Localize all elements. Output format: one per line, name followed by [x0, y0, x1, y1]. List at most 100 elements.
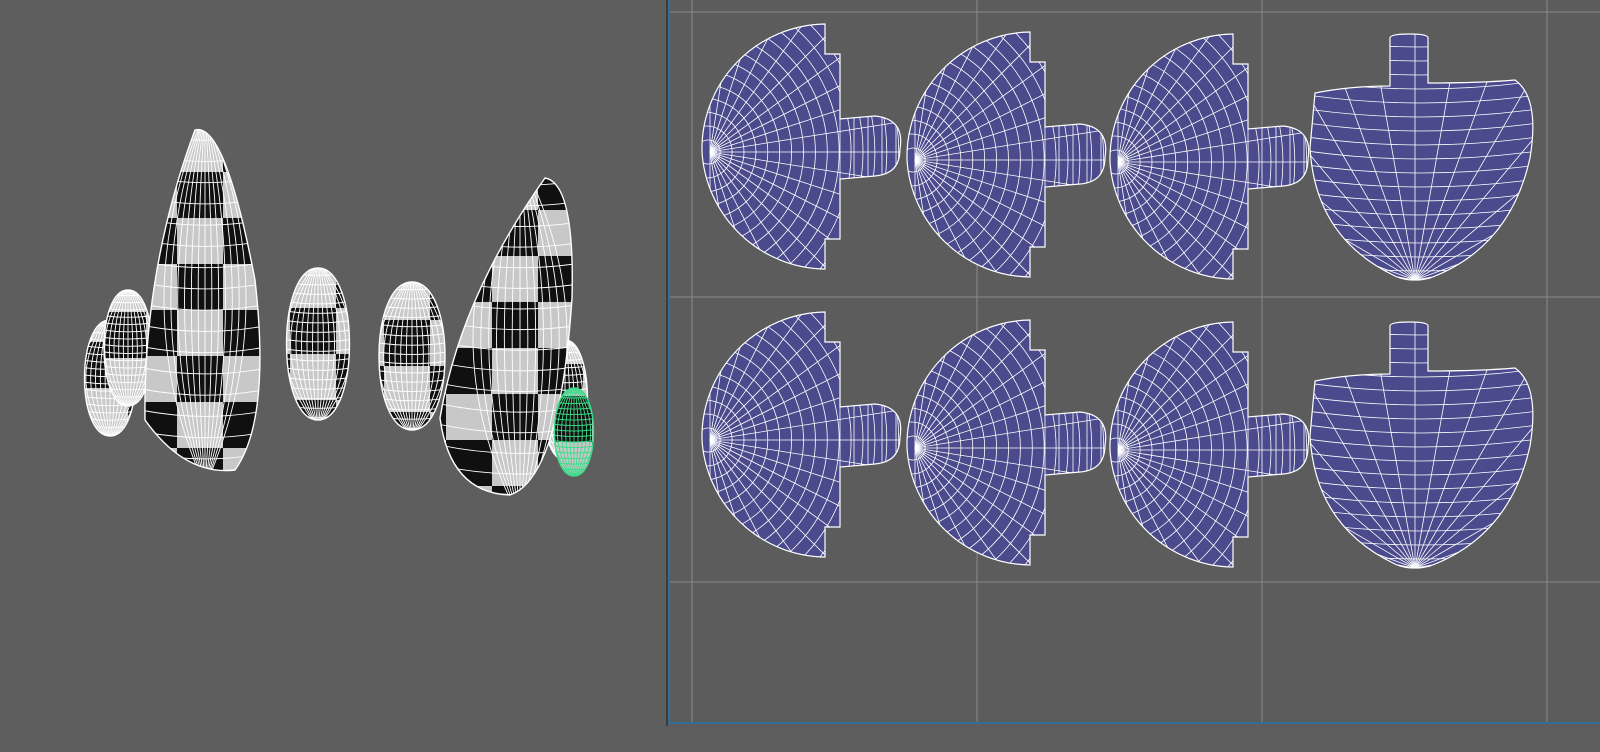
- checker-tile: [630, 532, 665, 578]
- checker-tile: [290, 492, 336, 538]
- checker-tile: [238, 542, 284, 588]
- checker-tile: [244, 446, 290, 492]
- checker-tile: [220, 480, 266, 526]
- checker-tile: [630, 348, 665, 394]
- checker-tile: [638, 488, 665, 534]
- checker-tile: [269, 172, 315, 218]
- checker-tile: [269, 80, 315, 126]
- checker-tile: [0, 250, 36, 296]
- checker-tile: [244, 170, 290, 216]
- checker-tile: [583, 594, 629, 640]
- checker-tile: [144, 129, 177, 172]
- checker-tile: [638, 212, 665, 258]
- checker-tile: [290, 216, 336, 262]
- checker-tile: [290, 124, 336, 170]
- checker-tile: [0, 526, 36, 572]
- checker-tile: [430, 182, 476, 228]
- checker-tile: [244, 538, 290, 584]
- checker-tile: [54, 174, 100, 220]
- checker-tile: [384, 504, 430, 550]
- checker-tile: [428, 538, 474, 584]
- checker-tile: [315, 494, 361, 540]
- checker-tile: [146, 542, 192, 588]
- checker-tile: [500, 534, 546, 580]
- checker-tile: [223, 129, 260, 172]
- checker-tile: [192, 496, 238, 542]
- checker-tile: [583, 226, 629, 272]
- checker-tile: [428, 170, 474, 216]
- checker-tile: [382, 216, 428, 262]
- checker-tile: [82, 158, 128, 204]
- checker-tile: [8, 312, 54, 358]
- checker-tile: [292, 136, 338, 182]
- checker-tile: [174, 526, 220, 572]
- checker-tile: [384, 228, 430, 274]
- checker-tile: [220, 572, 266, 618]
- checker-tile: [36, 296, 82, 342]
- checker-tile: [338, 550, 384, 596]
- checker-tile: [54, 266, 100, 312]
- checker-tile: [629, 180, 665, 226]
- checker-tile: [440, 210, 446, 256]
- uv-edge: [1109, 34, 1309, 279]
- checker-tile: [491, 594, 537, 640]
- wire-ring: [440, 178, 573, 186]
- checker-tile: [315, 218, 361, 264]
- checker-tile: [630, 164, 665, 210]
- wire-ring: [286, 419, 350, 420]
- checker-tile: [522, 550, 568, 596]
- viewport-canvas[interactable]: [0, 0, 665, 752]
- checker-tile: [54, 450, 100, 496]
- checker-tile: [82, 526, 128, 572]
- checker-tile: [440, 486, 446, 495]
- checker-tile: [446, 178, 492, 210]
- uv-editor-panel[interactable]: [668, 0, 1600, 724]
- uv-shell[interactable]: [831, 0, 1379, 422]
- checker-tile: [131, 494, 177, 540]
- checker-tile: [629, 548, 665, 594]
- checker-tile: [85, 172, 131, 218]
- checker-tile: [638, 304, 665, 350]
- checker-tile: [336, 268, 350, 308]
- checker-tile: [8, 220, 54, 266]
- checker-tile: [8, 404, 54, 450]
- uv-canvas[interactable]: [670, 0, 1600, 722]
- checker-tile: [82, 250, 128, 296]
- checker-tile: [223, 494, 269, 540]
- checker-tile: [54, 542, 100, 588]
- checker-tile: [446, 440, 492, 486]
- checker-tile: [476, 136, 522, 182]
- checker-tile: [36, 204, 82, 250]
- checker-tile: [584, 302, 630, 348]
- checker-tile: [36, 480, 82, 526]
- checker-tile: [446, 348, 492, 394]
- checker-tile: [638, 396, 665, 442]
- checker-tile: [0, 158, 36, 204]
- checker-tile: [292, 228, 338, 274]
- checker-tile: [128, 572, 174, 618]
- checker-tile: [223, 402, 260, 448]
- checker-tile: [336, 538, 382, 584]
- checker-tile: [177, 80, 223, 126]
- checker-tile: [144, 218, 177, 264]
- checker-tile: [538, 178, 573, 210]
- checker-tile: [629, 456, 665, 502]
- 3d-viewport[interactable]: [0, 0, 665, 752]
- checker-tile: [638, 580, 665, 626]
- checker-tile: [538, 256, 573, 302]
- checker-tile: [8, 128, 54, 174]
- checker-tile: [430, 550, 476, 596]
- checker-tile: [630, 440, 665, 486]
- checker-tile: [100, 220, 146, 266]
- checker-tile: [630, 256, 665, 302]
- wire-ring: [422, 503, 618, 515]
- checker-tile: [128, 480, 174, 526]
- checker-tile: [177, 264, 223, 310]
- checker-tile: [382, 124, 428, 170]
- checker-tile: [84, 434, 128, 436]
- checker-tile: [292, 504, 338, 550]
- checker-tile: [0, 434, 36, 480]
- checker-tile: [144, 402, 177, 448]
- checker-tile: [100, 496, 146, 542]
- checker-tile: [491, 502, 537, 548]
